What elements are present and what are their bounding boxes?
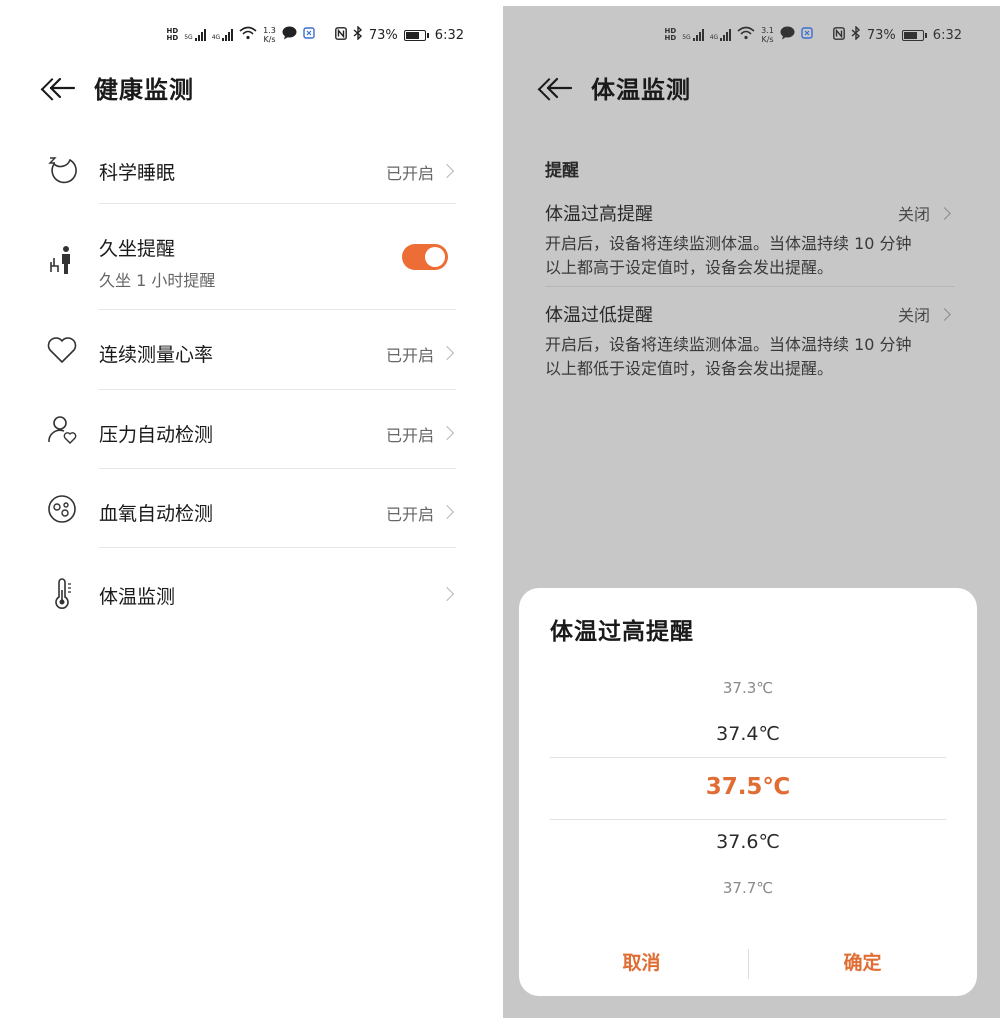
picker-selection-line-bottom [550, 819, 946, 820]
setting-value: 关闭 [898, 201, 955, 225]
menu-item-label: 压力自动检测 [99, 424, 214, 446]
status-text: 已开启 [385, 164, 434, 183]
setting-description: 开启后，设备将连续监测体温。当体温持续 10 分钟 以上都低于设定值时，设备会发… [545, 335, 912, 378]
chevron-right-icon [439, 586, 455, 602]
setting-title: 体温过高提醒 [545, 204, 653, 225]
app-notification-icon [303, 27, 315, 43]
chevron-right-icon [439, 425, 455, 441]
setting-value: 关闭 [898, 302, 955, 326]
confirm-button[interactable]: 确定 [748, 943, 977, 983]
battery-percent: 73% [866, 27, 896, 43]
menu-item-temperature[interactable]: 体温监测 [0, 548, 500, 638]
sedentary-toggle[interactable] [402, 244, 448, 270]
signal-4g-icon: 4G [710, 29, 732, 41]
header: 健康监测 [48, 70, 194, 105]
toggle-knob [425, 247, 445, 267]
status-text: 已开启 [385, 346, 434, 365]
divider [545, 286, 955, 287]
menu-item-label: 连续测量心率 [99, 344, 214, 366]
setting-description: 开启后，设备将连续监测体温。当体温持续 10 分钟 以上都高于设定值时，设备会发… [545, 234, 912, 277]
health-settings-list: 科学睡眠 已开启 久坐提醒 久坐 1 小时提醒 连续测量心率 已开启 压力自动检… [0, 132, 500, 638]
blood-oxygen-icon [46, 493, 78, 525]
bluetooth-icon [353, 25, 363, 44]
sleep-icon [46, 154, 78, 186]
hd-icon: HD HD [166, 27, 179, 42]
picker-option[interactable]: 37.3℃ [519, 679, 977, 697]
chevron-right-icon [938, 206, 951, 220]
menu-item-stress[interactable]: 压力自动检测 已开启 [0, 390, 500, 469]
back-arrow-icon[interactable] [48, 74, 76, 102]
network-speed: 1.3 K/s [263, 26, 276, 44]
header: 体温监测 [545, 70, 691, 105]
stress-icon [46, 414, 78, 446]
menu-item-sublabel: 久坐 1 小时提醒 [99, 271, 216, 290]
app-notification-icon [801, 27, 813, 43]
picker-option[interactable]: 37.4℃ [519, 723, 977, 745]
chevron-right-icon [938, 307, 951, 321]
battery-icon [403, 29, 429, 41]
signal-5g-icon: 5G [682, 29, 704, 41]
menu-item-label: 血氧自动检测 [99, 503, 214, 525]
menu-item-label: 体温监测 [99, 586, 176, 608]
heart-icon [46, 334, 78, 366]
picker-option[interactable]: 37.7℃ [519, 879, 977, 897]
signal-5g-icon: 5G [184, 29, 206, 41]
chevron-right-icon [439, 163, 455, 179]
temperature-picker[interactable]: 37.3℃ 37.4℃ 37.5℃ 37.6℃ 37.7℃ [519, 668, 977, 908]
status-bar: HD HD 5G 4G 3.1 K/s 73% 6:32 [665, 22, 962, 48]
high-temp-reminder-setting[interactable]: 体温过高提醒 关闭 开启后，设备将连续监测体温。当体温持续 10 分钟 以上都高… [545, 200, 955, 280]
page-title: 体温监测 [591, 76, 691, 104]
status-text: 已开启 [385, 426, 434, 445]
menu-item-label: 科学睡眠 [99, 162, 176, 184]
network-speed: 3.1 K/s [761, 26, 774, 44]
signal-4g-icon: 4G [212, 29, 234, 41]
nfc-icon [334, 26, 347, 44]
section-header-reminders: 提醒 [545, 161, 579, 181]
setting-title: 体温过低提醒 [545, 305, 653, 326]
wifi-icon [737, 26, 755, 44]
bluetooth-icon [851, 25, 861, 44]
thermometer-icon [46, 578, 78, 610]
menu-item-sedentary-reminder[interactable]: 久坐提醒 久坐 1 小时提醒 [0, 204, 500, 310]
status-bar: HD HD 5G 4G 1.3 K/s 73% 6:32 [167, 22, 464, 48]
dialog-actions: 取消 确定 [519, 943, 977, 983]
clock: 6:32 [434, 27, 464, 43]
picker-option-selected[interactable]: 37.5℃ [519, 774, 977, 800]
cancel-button[interactable]: 取消 [527, 943, 756, 983]
hd-icon: HD HD [664, 27, 677, 42]
wifi-icon [239, 26, 257, 44]
chat-icon [780, 26, 795, 44]
chevron-right-icon [439, 345, 455, 361]
menu-item-label: 久坐提醒 [99, 238, 176, 260]
menu-item-blood-oxygen[interactable]: 血氧自动检测 已开启 [0, 469, 500, 548]
dialog-title: 体温过高提醒 [550, 619, 694, 645]
low-temp-reminder-setting[interactable]: 体温过低提醒 关闭 开启后，设备将连续监测体温。当体温持续 10 分钟 以上都低… [545, 301, 955, 381]
health-monitoring-screen: HD HD 5G 4G 1.3 K/s 73% 6:32 健康监测 科学睡眠 已… [0, 0, 500, 1024]
chat-icon [282, 26, 297, 44]
back-arrow-icon[interactable] [545, 74, 573, 102]
battery-icon [901, 29, 927, 41]
menu-item-sleep[interactable]: 科学睡眠 已开启 [0, 132, 500, 204]
temperature-monitoring-screen: HD HD 5G 4G 3.1 K/s 73% 6:32 体温监测 提醒 体温过… [503, 6, 1000, 1018]
clock: 6:32 [932, 27, 962, 43]
status-text: 已开启 [385, 505, 434, 524]
battery-percent: 73% [368, 27, 398, 43]
picker-option[interactable]: 37.6℃ [519, 831, 977, 853]
nfc-icon [832, 26, 845, 44]
menu-item-heart-rate[interactable]: 连续测量心率 已开启 [0, 310, 500, 390]
page-title: 健康监测 [94, 76, 194, 104]
temperature-picker-dialog: 体温过高提醒 37.3℃ 37.4℃ 37.5℃ 37.6℃ 37.7℃ 取消 … [519, 588, 977, 996]
picker-selection-line-top [550, 757, 946, 758]
chevron-right-icon [439, 504, 455, 520]
sedentary-icon [46, 244, 78, 276]
